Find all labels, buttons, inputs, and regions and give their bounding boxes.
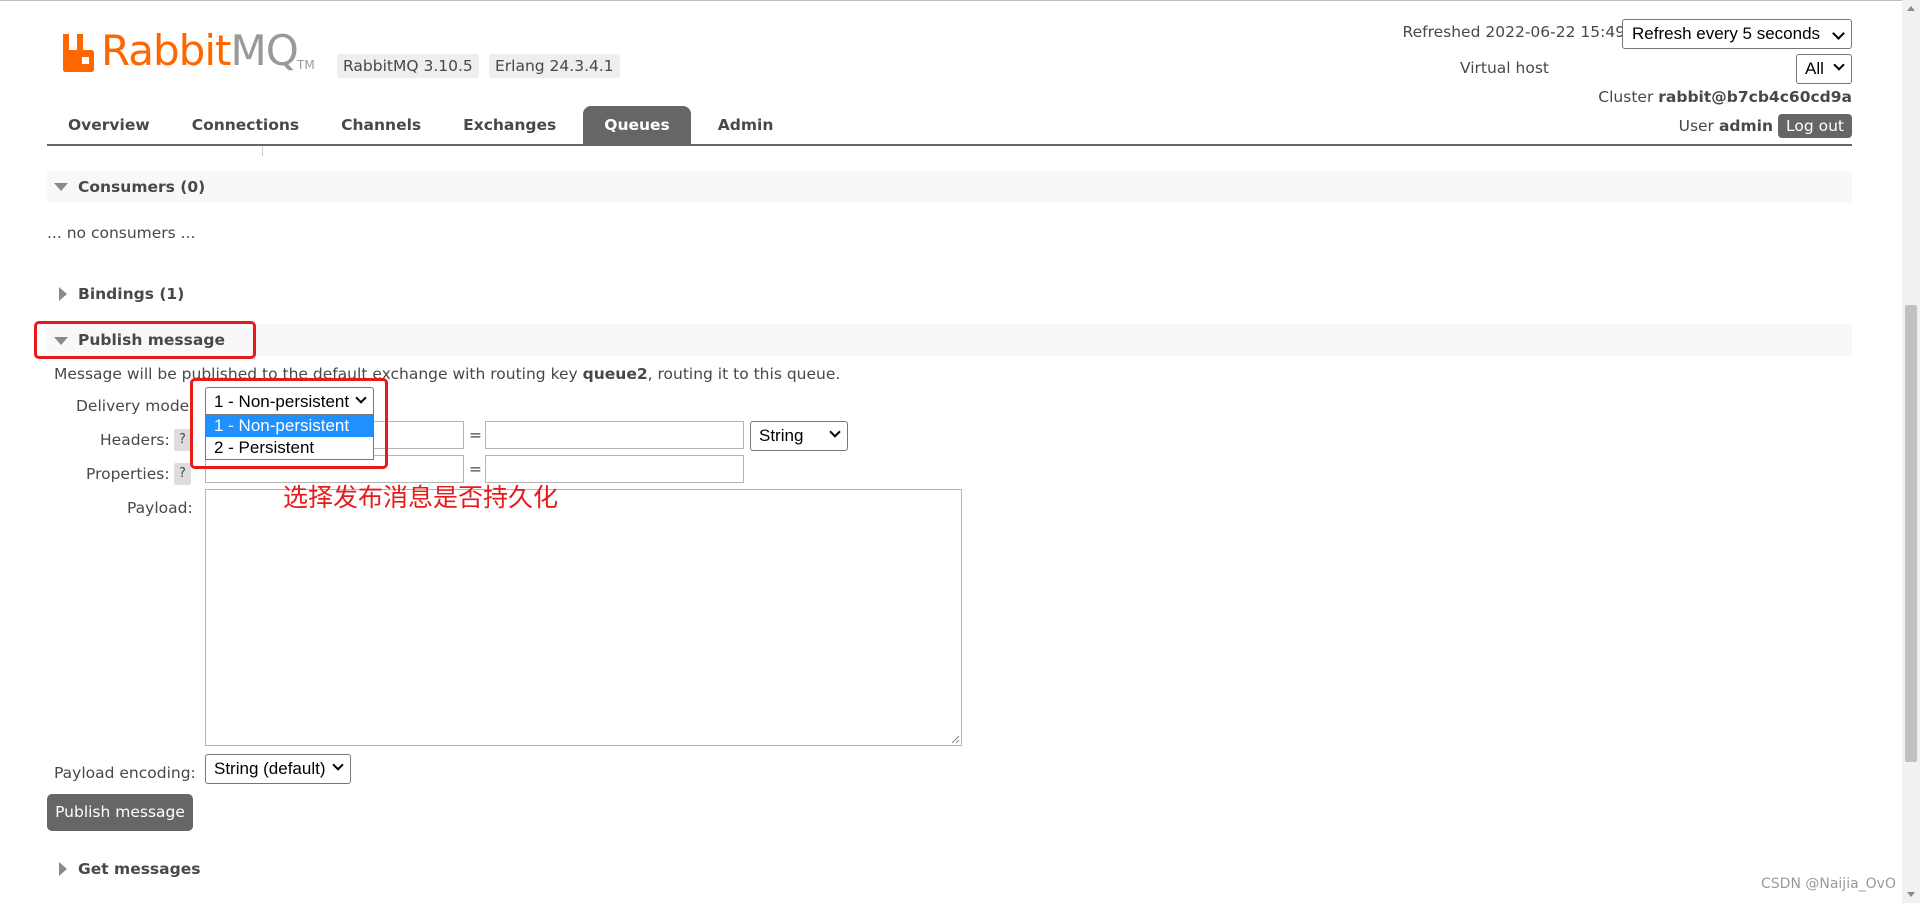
chevron-down-icon (829, 426, 841, 438)
refreshed-label: Refreshed (1402, 23, 1481, 41)
consumers-title[interactable]: Consumers (0) (78, 178, 205, 196)
routing-key: queue2 (582, 365, 648, 383)
consumers-section-header[interactable] (47, 171, 1852, 203)
virtual-host-label: Virtual host (1459, 59, 1549, 77)
no-consumers-text: ... no consumers ... (47, 224, 196, 242)
tab-exchanges[interactable]: Exchanges (442, 106, 577, 144)
collapse-triangle-icon (54, 183, 68, 191)
payload-encoding-select[interactable]: String (default) (205, 754, 351, 784)
tab-admin[interactable]: Admin (697, 106, 795, 144)
payload-encoding-label: Payload encoding: (54, 764, 196, 782)
rabbitmq-version-badge: RabbitMQ 3.10.5 (337, 54, 479, 78)
scroll-up-icon[interactable] (1907, 6, 1915, 11)
headers-label: Headers: (100, 431, 170, 449)
payload-encoding-value: String (default) (214, 759, 326, 778)
publish-section-header[interactable] (47, 324, 1852, 356)
tabs-divider (47, 144, 1852, 146)
user-name: admin (1718, 117, 1773, 135)
refresh-interval-select[interactable]: Refresh every 5 seconds (1622, 19, 1852, 49)
logout-button[interactable]: Log out (1778, 114, 1852, 138)
cluster-name: rabbit@b7cb4c60cd9a (1658, 88, 1852, 106)
headers-help-icon[interactable]: ? (174, 429, 191, 451)
refreshed-status: Refreshed 2022-06-22 15:49:41 (1403, 23, 1650, 41)
bindings-title[interactable]: Bindings (1) (78, 285, 184, 303)
section-stub-divider (262, 146, 263, 156)
properties-help-icon[interactable]: ? (174, 463, 191, 485)
refresh-interval-value: Refresh every 5 seconds (1632, 24, 1821, 43)
expand-triangle-icon (59, 287, 67, 301)
headers-equals: = (469, 426, 482, 444)
virtual-host-value: All (1805, 59, 1824, 78)
payload-textarea[interactable] (205, 489, 962, 746)
scroll-thumb[interactable] (1905, 305, 1917, 762)
header-type-select[interactable]: String (750, 421, 848, 451)
logo-trademark: TM (297, 58, 315, 72)
user-label: User (1678, 117, 1714, 135)
publish-info-text: Message will be published to the default… (54, 365, 840, 383)
properties-equals: = (469, 460, 482, 478)
top-border (0, 0, 1920, 1)
logo-wordmark: RabbitMQ (101, 26, 299, 75)
virtual-host-select[interactable]: All (1796, 54, 1852, 84)
payload-label: Payload: (127, 499, 193, 517)
cluster-info: Cluster rabbit@b7cb4c60cd9a (1598, 88, 1852, 106)
chevron-down-icon (1833, 59, 1845, 71)
get-messages-title[interactable]: Get messages (78, 860, 200, 878)
erlang-version-badge: Erlang 24.3.4.1 (489, 54, 620, 78)
annotation-highlight-publish (34, 321, 256, 359)
main-nav-tabs: Overview Connections Channels Exchanges … (47, 106, 794, 144)
tab-connections[interactable]: Connections (171, 106, 320, 144)
expand-triangle-icon (59, 862, 67, 876)
annotation-text: 选择发布消息是否持久化 (283, 483, 559, 512)
resize-grip-icon[interactable] (950, 734, 960, 744)
page-scrollbar[interactable] (1902, 0, 1920, 903)
scroll-down-icon[interactable] (1907, 892, 1915, 897)
tab-channels[interactable]: Channels (320, 106, 442, 144)
publish-message-button[interactable]: Publish message (47, 794, 193, 831)
chevron-down-icon (1832, 27, 1845, 40)
chevron-down-icon (332, 759, 344, 771)
tab-queues[interactable]: Queues (583, 106, 691, 144)
annotation-highlight-delivery (190, 378, 388, 469)
tab-overview[interactable]: Overview (47, 106, 171, 144)
publish-info-suffix: , routing it to this queue. (647, 365, 841, 383)
delivery-mode-label: Delivery mode: (76, 397, 195, 415)
rabbitmq-logo-icon (63, 34, 94, 72)
cluster-label: Cluster (1598, 88, 1654, 106)
header-type-value: String (759, 426, 804, 445)
user-info: User admin Log out (1679, 114, 1852, 138)
header-value-input[interactable] (485, 421, 744, 449)
properties-label: Properties: (86, 465, 170, 483)
watermark: CSDN @Naijia_OvO (1761, 876, 1896, 892)
